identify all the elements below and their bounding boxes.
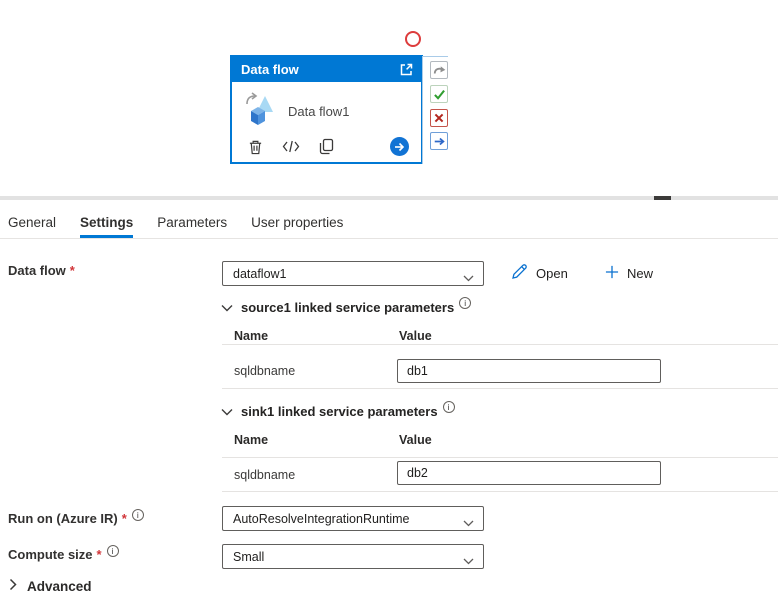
card-body: Data flow1 bbox=[232, 82, 421, 132]
run-arrow-button[interactable] bbox=[390, 137, 409, 156]
source-param-value-input[interactable] bbox=[397, 359, 661, 383]
check-icon[interactable] bbox=[430, 85, 448, 103]
new-dataflow-button[interactable]: New bbox=[605, 260, 653, 286]
compute-size-label: Compute size*i bbox=[8, 547, 119, 562]
chevron-down-icon bbox=[463, 516, 474, 530]
sink-name-header: Name bbox=[234, 433, 268, 447]
sink-value-header: Value bbox=[399, 433, 432, 447]
compute-size-select[interactable]: Small bbox=[222, 544, 484, 569]
dataflow-icon bbox=[244, 92, 276, 131]
tab-general[interactable]: General bbox=[8, 209, 56, 238]
tab-user-properties[interactable]: User properties bbox=[251, 209, 343, 238]
dataflow-select-value: dataflow1 bbox=[233, 267, 287, 281]
card-title: Data flow bbox=[241, 62, 399, 77]
sink-param-value-input[interactable] bbox=[397, 461, 661, 485]
row-separator bbox=[222, 457, 778, 458]
advanced-section-toggle[interactable]: Advanced bbox=[9, 578, 92, 594]
arrow-right-icon[interactable] bbox=[430, 132, 448, 150]
pencil-icon bbox=[511, 263, 528, 283]
required-asterisk: * bbox=[70, 263, 75, 278]
dataflow-select[interactable]: dataflow1 bbox=[222, 261, 484, 286]
required-asterisk: * bbox=[97, 547, 102, 562]
info-icon[interactable]: i bbox=[107, 545, 119, 557]
row-separator bbox=[222, 344, 778, 345]
run-on-select-value: AutoResolveIntegrationRuntime bbox=[233, 512, 410, 526]
chevron-down-icon bbox=[463, 554, 474, 568]
source-param-name: sqldbname bbox=[234, 364, 295, 378]
red-annotation-circle bbox=[405, 31, 421, 47]
new-label: New bbox=[627, 266, 653, 281]
sink1-section-toggle[interactable]: sink1 linked service parameters i bbox=[221, 404, 455, 419]
node-status-strip bbox=[422, 56, 448, 164]
open-dataflow-button[interactable]: Open bbox=[511, 260, 568, 286]
dataflow-label: Data flow* bbox=[8, 263, 75, 278]
delete-icon[interactable] bbox=[248, 139, 263, 155]
cross-icon[interactable] bbox=[430, 109, 448, 127]
required-asterisk: * bbox=[122, 511, 127, 526]
clone-icon[interactable] bbox=[319, 138, 334, 155]
row-separator bbox=[222, 388, 778, 389]
source-value-header: Value bbox=[399, 329, 432, 343]
info-icon[interactable]: i bbox=[459, 297, 471, 309]
info-icon[interactable]: i bbox=[132, 509, 144, 521]
sink1-section-title: sink1 linked service parameters bbox=[241, 404, 438, 419]
chevron-right-icon bbox=[9, 578, 17, 594]
compute-size-select-value: Small bbox=[233, 550, 264, 564]
settings-tabbar: General Settings Parameters User propert… bbox=[8, 209, 367, 238]
tab-settings[interactable]: Settings bbox=[80, 209, 133, 238]
source-name-header: Name bbox=[234, 329, 268, 343]
chevron-down-icon bbox=[221, 304, 233, 312]
source1-section-toggle[interactable]: source1 linked service parameters i bbox=[221, 300, 471, 315]
row-separator bbox=[222, 491, 778, 492]
run-on-label: Run on (Azure IR)*i bbox=[8, 511, 144, 526]
source1-section-title: source1 linked service parameters bbox=[241, 300, 454, 315]
plus-icon bbox=[605, 265, 619, 282]
panel-resize-handle[interactable] bbox=[654, 196, 671, 200]
info-icon[interactable]: i bbox=[443, 401, 455, 413]
dataflow-activity-card: Data flow Data flow1 bbox=[230, 55, 423, 164]
redo-icon[interactable] bbox=[430, 61, 448, 79]
activity-name: Data flow1 bbox=[288, 104, 349, 119]
card-header: Data flow bbox=[232, 57, 421, 82]
card-actions bbox=[232, 137, 421, 156]
sink-param-name: sqldbname bbox=[234, 468, 295, 482]
tab-divider bbox=[0, 238, 778, 239]
advanced-label: Advanced bbox=[27, 579, 92, 594]
open-label: Open bbox=[536, 266, 568, 281]
code-icon[interactable] bbox=[282, 140, 300, 153]
chevron-down-icon bbox=[463, 271, 474, 285]
tab-parameters[interactable]: Parameters bbox=[157, 209, 227, 238]
open-in-new-icon[interactable] bbox=[399, 62, 414, 77]
run-on-select[interactable]: AutoResolveIntegrationRuntime bbox=[222, 506, 484, 531]
chevron-down-icon bbox=[221, 408, 233, 416]
